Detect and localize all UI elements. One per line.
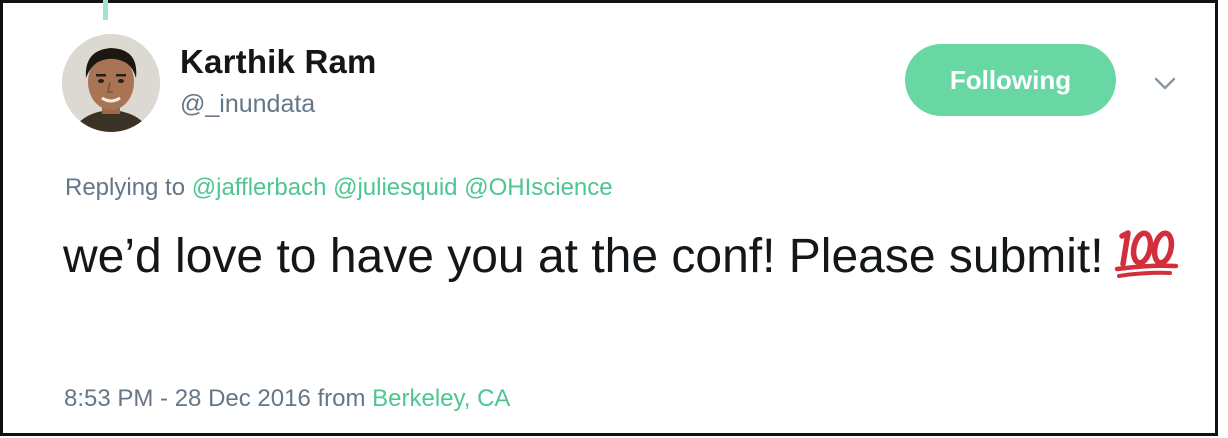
chevron-down-icon[interactable]: [1151, 69, 1179, 97]
tweet-card: Karthik Ram @_inundata Following Replyin…: [0, 0, 1218, 436]
following-button[interactable]: Following: [905, 44, 1116, 116]
thread-connector-line: [103, 0, 108, 20]
tweet-meta-line: 8:53 PM - 28 Dec 2016 from Berkeley, CA: [64, 385, 510, 413]
mention-link-juliesquid[interactable]: @juliesquid: [333, 174, 457, 201]
mention-link-ohiscience[interactable]: @OHIscience: [464, 174, 612, 201]
avatar[interactable]: [62, 34, 160, 132]
from-label: from: [317, 385, 366, 412]
replying-to-line: Replying to @jafflerbach @juliesquid @OH…: [65, 174, 613, 202]
replying-to-label: Replying to: [65, 174, 186, 201]
mention-link-jafflerbach[interactable]: @jafflerbach: [192, 174, 327, 201]
timestamp[interactable]: 8:53 PM - 28 Dec 2016: [64, 385, 311, 412]
tweet-body: we’d love to have you at the conf! Pleas…: [63, 230, 1104, 283]
tweet-text: we’d love to have you at the conf! Pleas…: [63, 228, 1183, 292]
author-name[interactable]: Karthik Ram: [180, 43, 377, 81]
location-link[interactable]: Berkeley, CA: [372, 385, 510, 412]
author-handle[interactable]: @_inundata: [180, 90, 315, 119]
profile-photo-icon: [62, 34, 160, 132]
hundred-points-emoji-icon: [1112, 230, 1180, 292]
